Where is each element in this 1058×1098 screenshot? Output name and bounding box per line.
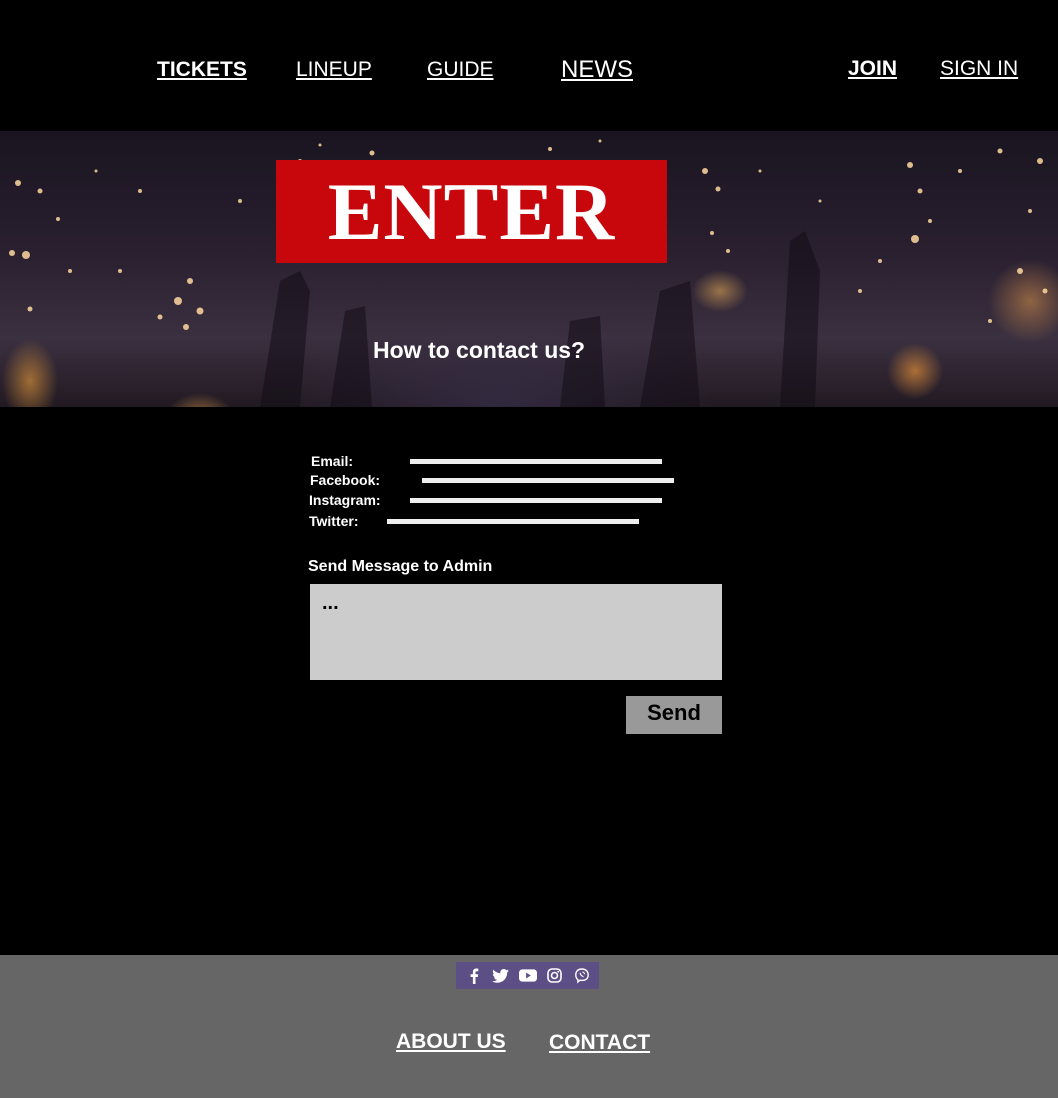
nav-tickets-link[interactable]: TICKETS [157,58,247,82]
footer: ABOUT US CONTACT [0,955,1058,1098]
enter-logo[interactable]: ENTER [276,160,667,263]
viber-icon[interactable] [573,967,591,985]
sign-in-link[interactable]: SIGN IN [940,57,1018,81]
hero-banner: ENTER How to contact us? [0,131,1058,407]
join-link[interactable]: JOIN [848,57,897,81]
facebook-icon[interactable] [465,967,483,985]
facebook-value-line [422,478,674,483]
email-label: Email: [311,453,354,469]
top-navigation: TICKETS LINEUP GUIDE NEWS JOIN SIGN IN [0,0,1058,131]
twitter-label: Twitter: [309,513,359,529]
instagram-label: Instagram: [309,492,381,508]
instagram-value-line [410,498,662,503]
youtube-icon[interactable] [518,967,537,985]
facebook-label: Facebook: [310,472,381,488]
email-value-line [410,459,662,464]
page-title: How to contact us? [373,337,586,363]
twitter-icon[interactable] [492,967,510,985]
message-textarea[interactable] [310,584,722,680]
footer-contact-link[interactable]: CONTACT [549,1031,650,1055]
instagram-icon[interactable] [546,967,564,985]
nav-news-link[interactable]: NEWS [561,56,633,84]
send-message-heading: Send Message to Admin [308,558,493,575]
nav-lineup-link[interactable]: LINEUP [296,58,372,82]
social-icons-bar [456,962,599,989]
twitter-value-line [387,519,639,524]
nav-guide-link[interactable]: GUIDE [427,58,494,82]
footer-about-us-link[interactable]: ABOUT US [396,1030,506,1054]
send-button[interactable]: Send [626,696,722,734]
